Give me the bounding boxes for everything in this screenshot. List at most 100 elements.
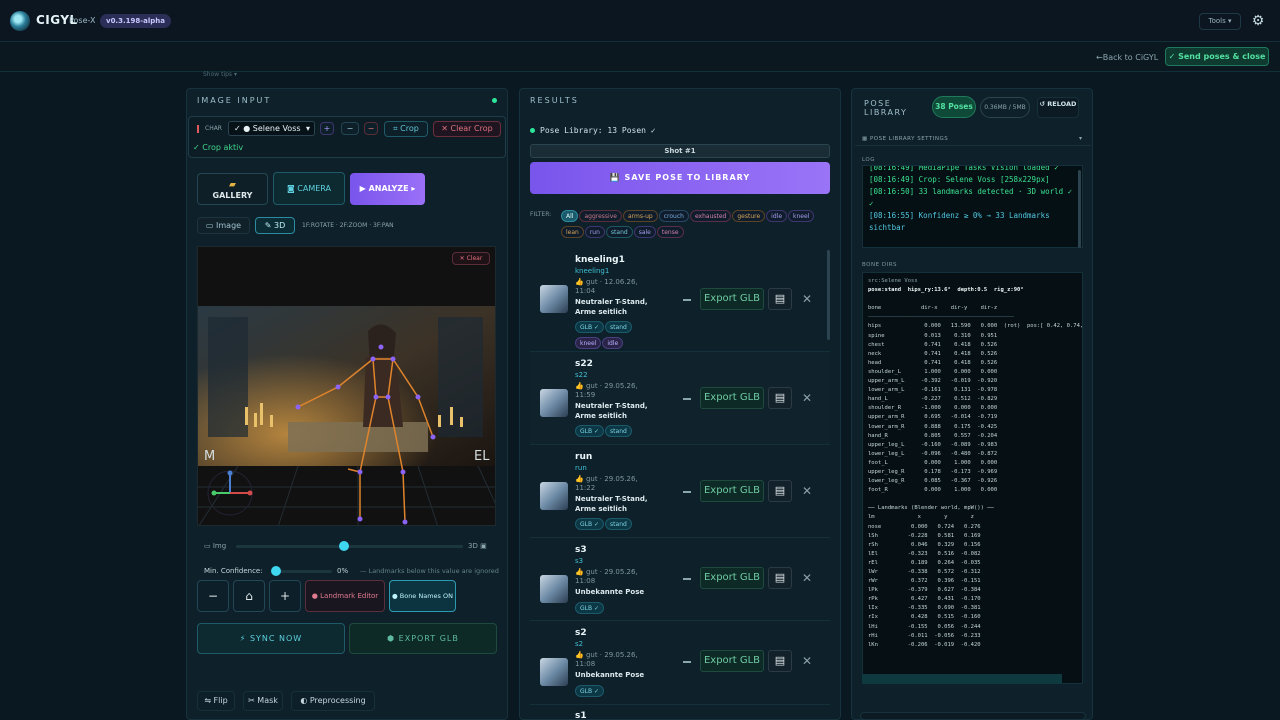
clear-viewport-button[interactable]: ✕ Clear xyxy=(452,252,490,265)
filter-chip-crouch[interactable]: crouch xyxy=(658,210,689,222)
show-tips-toggle[interactable]: Show tips ▾ xyxy=(203,71,237,78)
filter-chip-run[interactable]: run xyxy=(584,226,605,238)
pose-thumbnail xyxy=(540,285,568,313)
pose-row[interactable]: s22 s22 👍 gut · 29.05.26, 11:59 Neutraler T-… xyxy=(530,352,830,445)
pose-row[interactable]: s2 s2 👍 gut · 29.05.26, 11:08 Unbekannte Pos… xyxy=(530,621,830,705)
results-scrollbar[interactable] xyxy=(827,250,830,340)
export-glb-button[interactable]: ⬢ EXPORT GLB xyxy=(349,623,497,654)
sync-now-button[interactable]: ⚡ SYNC NOW xyxy=(197,623,345,654)
export-glb-row-button[interactable]: Export GLB xyxy=(700,288,764,310)
landmark-line: lKn -0.206 -0.019 -0.420 xyxy=(868,641,981,648)
clipboard-icon[interactable]: ▤ xyxy=(768,387,792,409)
pose-row[interactable]: run run 👍 gut · 29.05.26, 11:22 Neutraler T-… xyxy=(530,445,830,538)
close-icon[interactable]: ✕ xyxy=(798,567,816,589)
clipboard-icon[interactable]: ▤ xyxy=(768,567,792,589)
close-icon[interactable]: ✕ xyxy=(798,288,816,310)
gear-icon[interactable]: ⚙ xyxy=(1249,12,1267,30)
pose-row[interactable]: kneeling1 kneeling1 👍 gut · 12.06.26, 11:04… xyxy=(530,248,830,352)
save-pose-button[interactable]: 💾 SAVE POSE TO LIBRARY xyxy=(530,162,830,194)
character-select[interactable]: ✓ ● Selene Voss ▾ xyxy=(228,121,315,136)
filter-chip-exhausted[interactable]: exhausted xyxy=(689,210,732,222)
drag-handle[interactable] xyxy=(683,398,691,400)
img-3d-slider-thumb[interactable] xyxy=(339,541,349,551)
pose-row[interactable]: s3 s3 👍 gut · 29.05.26, 11:08 Unbekannte Pos… xyxy=(530,538,830,621)
chevron-down-icon: ▾ xyxy=(1227,17,1232,25)
clear-crop-button[interactable]: ✕ Clear Crop xyxy=(433,121,501,137)
tab-3d[interactable]: ✎ 3D xyxy=(255,217,295,234)
clipboard-icon[interactable]: ▤ xyxy=(768,650,792,672)
reload-button[interactable]: ↺ RELOAD xyxy=(1037,97,1079,118)
bone-line: hand_L -0.227 0.512 -0.829 xyxy=(868,396,998,403)
pose-thumbnail xyxy=(540,389,568,417)
zoom-out-button[interactable]: − xyxy=(197,580,229,612)
export-glb-row-button[interactable]: Export GLB xyxy=(700,650,764,672)
close-icon[interactable]: ✕ xyxy=(798,387,816,409)
export-glb-row-button[interactable]: Export GLB xyxy=(700,480,764,502)
pose-tag[interactable]: stand xyxy=(605,321,632,333)
clipboard-icon[interactable]: ▤ xyxy=(768,480,792,502)
tools-dropdown[interactable]: Tools ▾ xyxy=(1199,13,1241,30)
bone-line: head 0.741 0.418 0.526 xyxy=(868,359,998,366)
minus-character-button[interactable]: − xyxy=(341,122,359,135)
bone-line: upper_leg_R 0.178 -0.173 -0.969 xyxy=(868,468,998,475)
flip-button[interactable]: ⇋ Flip xyxy=(197,691,235,711)
drag-handle[interactable] xyxy=(683,578,691,580)
pose-tag[interactable]: kneel xyxy=(575,337,602,349)
pose-row[interactable]: s1 xyxy=(530,705,830,720)
bone-line: shoulder_R -1.000 0.000 0.000 xyxy=(868,405,998,412)
home-button[interactable]: ⌂ xyxy=(233,580,265,612)
filter-chip-arms-up[interactable]: arms-up xyxy=(622,210,658,222)
drag-handle[interactable] xyxy=(683,299,691,301)
filter-chip-gesture[interactable]: gesture xyxy=(732,210,766,222)
bone-line: foot_L 0.000 1.000 0.000 xyxy=(868,459,998,466)
bone-dirs-hscrollbar[interactable] xyxy=(862,674,1062,684)
filter-chip-aggressive[interactable]: aggressive xyxy=(579,210,622,222)
3d-viewport[interactable] xyxy=(197,246,496,526)
clipboard-icon[interactable]: ▤ xyxy=(768,288,792,310)
analyze-button[interactable]: ▶ ANALYZE ▸ xyxy=(350,173,425,205)
min-confidence-thumb[interactable] xyxy=(271,566,281,576)
remove-character-button[interactable]: − xyxy=(364,122,378,135)
gallery-button[interactable]: ▰ GALLERY xyxy=(197,173,268,205)
pose-tag[interactable]: idle xyxy=(602,337,624,349)
zoom-in-button[interactable]: + xyxy=(269,580,301,612)
send-poses-button[interactable]: ✓ Send poses & close xyxy=(1165,47,1269,66)
close-icon[interactable]: ✕ xyxy=(798,650,816,672)
export-glb-row-button[interactable]: Export GLB xyxy=(700,567,764,589)
back-link[interactable]: ←Back to CiGYL xyxy=(1096,53,1158,62)
drag-handle[interactable] xyxy=(683,491,691,493)
crop-button[interactable]: ⌗ Crop xyxy=(384,121,428,137)
min-confidence-note: — Landmarks below this value are ignored xyxy=(360,567,499,575)
pose-tags: GLB ✓ standkneel idle xyxy=(575,319,655,351)
filter-chip-all[interactable]: All xyxy=(561,210,579,222)
filter-chip-tense[interactable]: tense xyxy=(656,226,684,238)
img-3d-slider[interactable] xyxy=(236,545,463,548)
pose-tag[interactable]: GLB ✓ xyxy=(575,602,605,614)
pose-tag[interactable]: GLB ✓ xyxy=(575,685,605,697)
filter-chip-lean[interactable]: lean xyxy=(561,226,584,238)
drag-handle[interactable] xyxy=(683,661,691,663)
tab-image[interactable]: ▭ Image xyxy=(197,217,250,234)
pose-tag[interactable]: GLB ✓ xyxy=(575,425,605,437)
landmark-editor-button[interactable]: ● Landmark Editor xyxy=(305,580,385,612)
min-confidence-slider[interactable] xyxy=(272,570,332,573)
pose-tag[interactable]: GLB ✓ xyxy=(575,518,605,530)
close-icon[interactable]: ✕ xyxy=(798,480,816,502)
bone-names-toggle[interactable]: ● Bone Names ON xyxy=(389,580,456,612)
preprocessing-button[interactable]: ◐ Preprocessing xyxy=(291,691,375,711)
pose-tag[interactable]: stand xyxy=(605,425,632,437)
add-character-button[interactable]: + xyxy=(320,122,334,135)
pose-tag[interactable]: stand xyxy=(605,518,632,530)
mask-button[interactable]: ✂ Mask xyxy=(243,691,283,711)
filter-chip-idle[interactable]: idle xyxy=(766,210,788,222)
export-glb-row-button[interactable]: Export GLB xyxy=(700,387,764,409)
landmark-line: lHi -0.155 0.056 -0.244 xyxy=(868,623,981,630)
pose-meta: 👍 gut · 29.05.26, xyxy=(575,651,638,659)
filter-chip-stand[interactable]: stand xyxy=(605,226,633,238)
log-scrollbar[interactable] xyxy=(1078,170,1081,248)
filter-chip-kneel[interactable]: kneel xyxy=(788,210,815,222)
filter-chip-sale[interactable]: sale xyxy=(633,226,656,238)
camera-button[interactable]: ◙ CAMERA xyxy=(273,172,345,205)
pose-tag[interactable]: GLB ✓ xyxy=(575,321,605,333)
pose-slug: kneeling1 xyxy=(575,267,610,275)
